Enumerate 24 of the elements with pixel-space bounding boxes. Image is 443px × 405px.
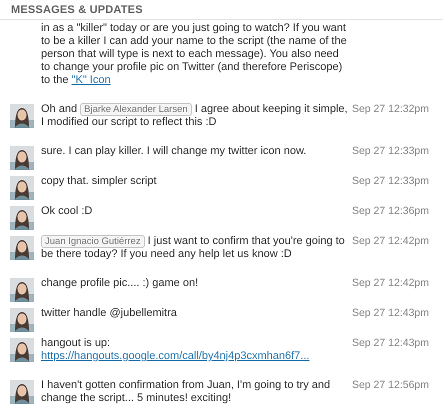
mention-tag[interactable]: Bjarke Alexander Larsen (80, 103, 192, 116)
mention-tag[interactable]: Juan Ignacio Gutiérrez (41, 235, 145, 248)
message-text: hangout is up: https://hangouts.google.com/call/by4nj4p3cxmhan6f7... (41, 337, 310, 363)
message-text: copy that. simpler script (41, 175, 158, 188)
message-text: Ok cool :D (41, 205, 94, 218)
timestamp: Sep 27 12:43pm (352, 307, 429, 320)
link[interactable]: https://hangouts.google.com/call/by4nj4p3cxmhan6f7... (41, 350, 310, 362)
message-text: twitter handle @jubellemitra (41, 307, 178, 320)
link[interactable]: "K" Icon (72, 74, 111, 86)
timestamp: Sep 27 12:43pm (352, 337, 429, 350)
timestamp: Sep 27 12:36pm (352, 205, 429, 218)
message-text: Juan Ignacio Gutiérrez I just want to confirm that you're going to be there today? If you need any help let us know :D (41, 235, 346, 261)
message-text: I haven't gotten confirmation from Juan, I'm going to try and change the script... 5 minutes! exciting! (41, 379, 332, 405)
timestamp: Sep 27 12:33pm (352, 175, 429, 188)
section-header: MESSAGES & UPDATES (0, 0, 443, 20)
timestamp: Sep 27 12:33pm (352, 145, 429, 158)
message-text: in as a "killer" today or are you just going to watch? If you want to be a killer I can add your name to the script (the name of the person that will type is next to each message). You also need to change your profile pic on Twitter (and therefore Periscope) to the "K" Icon (41, 22, 348, 87)
timestamp: Sep 27 12:42pm (352, 277, 429, 290)
message-text: Oh and Bjarke Alexander Larsen I agree about keeping it simple, I modified our script to reflect this :D (41, 103, 349, 129)
message-text: change profile pic.... :) game on! (41, 277, 200, 290)
timestamp: Sep 27 12:42pm (352, 235, 429, 248)
timestamp: Sep 27 12:32pm (352, 103, 429, 116)
message-text: sure. I can play killer. I will change my twitter icon now. (41, 145, 308, 158)
timestamp: Sep 27 12:56pm (352, 379, 429, 392)
